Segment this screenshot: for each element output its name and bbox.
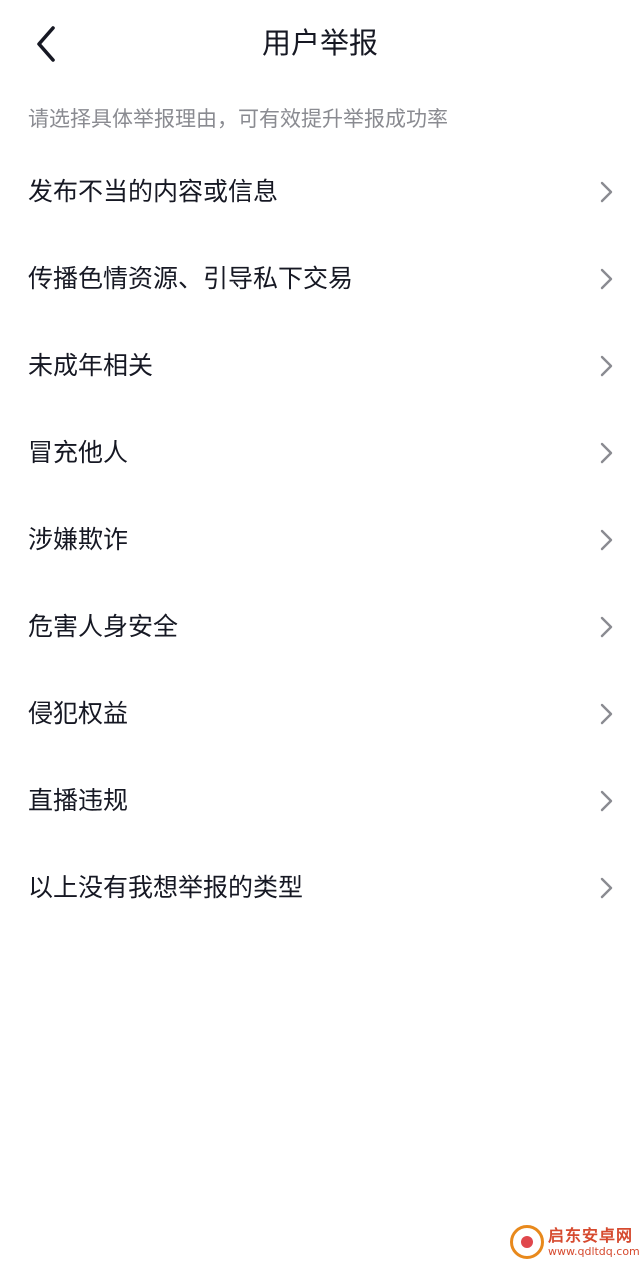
chevron-right-icon	[600, 616, 613, 638]
report-reason-label: 侵犯权益	[28, 699, 129, 728]
report-reason-label: 发布不当的内容或信息	[28, 177, 279, 206]
report-reason-item[interactable]: 以上没有我想举报的类型	[0, 844, 640, 931]
page-subtitle: 请选择具体举报理由，可有效提升举报成功率	[28, 107, 448, 131]
report-reason-label: 以上没有我想举报的类型	[28, 873, 304, 902]
report-reason-item[interactable]: 传播色情资源、引导私下交易	[0, 235, 640, 322]
watermark-name: 启东安卓网	[548, 1225, 634, 1245]
report-reason-label: 未成年相关	[28, 351, 154, 380]
report-reason-item[interactable]: 侵犯权益	[0, 670, 640, 757]
report-reason-item[interactable]: 直播违规	[0, 757, 640, 844]
watermark: 启东安卓网 www.qdltdq.com	[510, 1222, 640, 1262]
chevron-right-icon	[600, 703, 613, 725]
chevron-right-icon	[600, 355, 613, 377]
report-reason-label: 危害人身安全	[28, 612, 179, 641]
watermark-url: www.qdltdq.com	[548, 1244, 640, 1258]
chevron-right-icon	[600, 268, 613, 290]
chevron-right-icon	[600, 181, 613, 203]
chevron-right-icon	[600, 529, 613, 551]
navigation-bar: 用户举报	[0, 0, 640, 86]
chevron-right-icon	[600, 877, 613, 899]
chevron-right-icon	[600, 442, 613, 464]
report-reason-label: 涉嫌欺诈	[28, 525, 129, 554]
report-reason-item[interactable]: 冒充他人	[0, 409, 640, 496]
chevron-right-icon	[600, 790, 613, 812]
report-reason-list: 发布不当的内容或信息 传播色情资源、引导私下交易 未成年相关 冒充他人 涉嫌欺诈…	[0, 148, 640, 931]
report-reason-item[interactable]: 未成年相关	[0, 322, 640, 409]
report-reason-label: 直播违规	[28, 786, 129, 815]
report-reason-label: 冒充他人	[28, 438, 129, 467]
page-title: 用户举报	[261, 26, 378, 60]
report-reason-item[interactable]: 危害人身安全	[0, 583, 640, 670]
report-reason-label: 传播色情资源、引导私下交易	[28, 264, 354, 293]
report-reason-item[interactable]: 涉嫌欺诈	[0, 496, 640, 583]
report-reason-item[interactable]: 发布不当的内容或信息	[0, 148, 640, 235]
watermark-logo-icon	[510, 1225, 544, 1259]
